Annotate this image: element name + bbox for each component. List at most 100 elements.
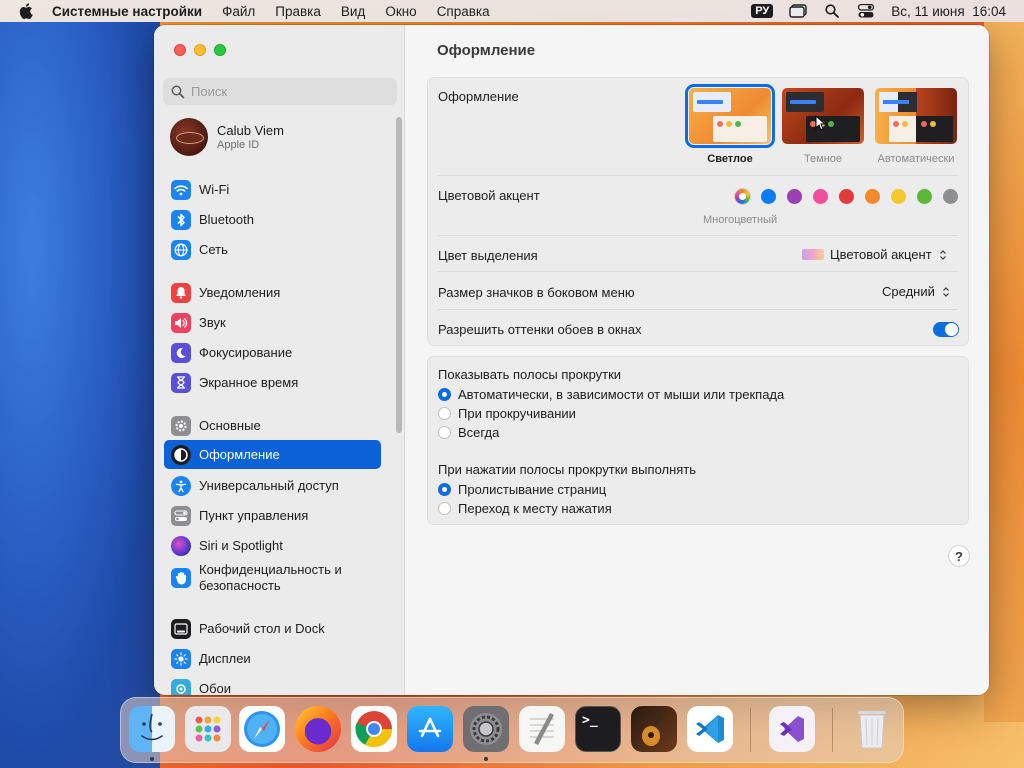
menu-bar: Системные настройки Файл Правка Вид Окно… [0,0,1024,22]
visual-studio-icon[interactable] [769,706,815,752]
menu-edit[interactable]: Правка [275,4,321,19]
sidebar-item-appearance[interactable]: Оформление [164,440,381,469]
menu-file[interactable]: Файл [222,4,255,19]
moon-icon [171,342,191,363]
firefox-icon[interactable] [295,706,341,752]
sidebar-item-label: Фокусирование [199,344,293,360]
radio-button[interactable] [438,502,451,515]
scrollbars-option-auto[interactable]: Автоматически, в зависимости от мыши или… [438,387,784,402]
hand-icon [171,568,191,588]
theme-option-auto[interactable]: Автоматически [873,88,959,165]
sidebar-item-focus[interactable]: Фокусирование [164,338,381,367]
theme-option-dark[interactable]: Темное [780,88,866,165]
chevron-up-down-icon [941,285,951,299]
sidebar-icon-size-label: Размер значков в боковом меню [438,285,635,300]
theme-option-light[interactable]: Светлое [685,84,775,165]
accent-swatch-red[interactable] [839,189,854,204]
accent-swatch-orange[interactable] [865,189,880,204]
garageband-icon[interactable] [631,706,677,752]
sidebar-item-siri-spotlight[interactable]: Siri и Spotlight [164,531,381,560]
click-option-next-page[interactable]: Пролистывание страниц [438,482,606,497]
sidebar-item-label: Конфиденциальность и безопасность [199,562,342,593]
sidebar-scrollbar[interactable] [396,117,402,433]
sidebar-item-displays[interactable]: Дисплеи [164,644,381,673]
scrollbars-option-scrolling[interactable]: При прокручивании [438,406,576,421]
dock: >_ [120,697,904,763]
radio-button[interactable] [438,426,451,439]
sidebar-item-privacy-security[interactable]: Конфиденциальность и безопасность [164,560,381,596]
hourglass-icon [171,372,191,393]
help-button[interactable]: ? [948,545,970,567]
radio-button[interactable] [438,483,451,496]
sidebar-item-screen-time[interactable]: Экранное время [164,368,381,397]
control-center-icon[interactable] [857,4,875,18]
sidebar-item-label: Пункт управления [199,507,309,523]
click-option-jump-to-spot[interactable]: Переход к месту нажатия [438,501,612,516]
accent-swatch-pink[interactable] [813,189,828,204]
input-source-badge[interactable]: РУ [751,4,774,18]
zoom-button[interactable] [214,44,226,56]
sidebar-item-accessibility[interactable]: Универсальный доступ [164,471,381,500]
divider [438,235,958,236]
textedit-icon[interactable] [519,706,565,752]
scrollbar-settings-group: Показывать полосы прокрутки Автоматическ… [427,356,969,525]
spotlight-search-icon[interactable] [823,4,841,18]
apple-id-account[interactable]: Calub Viem Apple ID [170,118,284,156]
app-store-icon[interactable] [407,706,453,752]
close-button[interactable] [174,44,186,56]
sidebar-icon-size-popup[interactable]: Средний [882,284,951,299]
trash-icon[interactable] [849,706,895,752]
stage-manager-icon[interactable] [789,4,807,18]
accent-swatch-purple[interactable] [787,189,802,204]
search-input[interactable] [191,84,381,99]
sidebar-item-general[interactable]: Основные [164,411,381,440]
sidebar-item-label: Обои [199,680,232,696]
launchpad-icon[interactable] [185,706,231,752]
menu-view[interactable]: Вид [341,4,365,19]
sidebar-item-notifications[interactable]: Уведомления [164,278,381,307]
terminal-icon[interactable]: >_ [575,706,621,752]
sidebar-item-label: Оформление [199,446,280,462]
wifi-icon [171,179,191,200]
accent-swatch-multicolor[interactable] [735,189,750,204]
vscode-icon[interactable] [687,706,733,752]
app-menu[interactable]: Системные настройки [52,4,202,19]
sidebar-item-label: Wi-Fi [199,181,230,197]
sidebar-item-control-center[interactable]: Пункт управления [164,501,381,530]
sidebar-item-label: Универсальный доступ [199,477,339,493]
scrollbars-option-always[interactable]: Всегда [438,425,499,440]
accent-swatch-blue[interactable] [761,189,776,204]
wallpaper-tinting-label: Разрешить оттенки обоев в окнах [438,322,642,337]
globe-icon [171,239,191,260]
system-settings-icon[interactable] [463,706,509,752]
menu-clock[interactable]: Вс, 11 июня 16:04 [891,4,1006,19]
menu-window[interactable]: Окно [385,4,416,19]
highlight-color-label: Цвет выделения [438,248,538,263]
chrome-icon[interactable] [351,706,397,752]
minimize-button[interactable] [194,44,206,56]
wallpaper-icon [171,678,191,695]
menu-help[interactable]: Справка [437,4,490,19]
sidebar-item-wallpaper[interactable]: Обои [164,674,381,695]
sidebar-item-desktop-dock[interactable]: Рабочий стол и Dock [164,614,381,643]
radio-button[interactable] [438,388,451,401]
highlight-color-popup[interactable]: Цветовой акцент [802,247,948,262]
bluetooth-icon [171,209,191,230]
sidebar-item-sound[interactable]: Звук [164,308,381,337]
divider [438,451,958,452]
accent-swatch-green[interactable] [917,189,932,204]
finder-icon[interactable] [129,706,175,752]
wallpaper-tinting-toggle[interactable] [933,322,959,337]
sidebar-item-network[interactable]: Сеть [164,235,381,264]
theme-option-label: Автоматически [877,153,955,165]
safari-icon[interactable] [239,706,285,752]
apple-menu-icon[interactable] [18,3,34,19]
sidebar-item-wifi[interactable]: Wi-Fi [164,175,381,204]
window-controls [174,44,226,56]
accent-swatch-graphite[interactable] [943,189,958,204]
sun-icon [171,648,191,669]
search-field[interactable] [163,78,397,105]
accent-swatch-yellow[interactable] [891,189,906,204]
radio-button[interactable] [438,407,451,420]
sidebar-item-bluetooth[interactable]: Bluetooth [164,205,381,234]
